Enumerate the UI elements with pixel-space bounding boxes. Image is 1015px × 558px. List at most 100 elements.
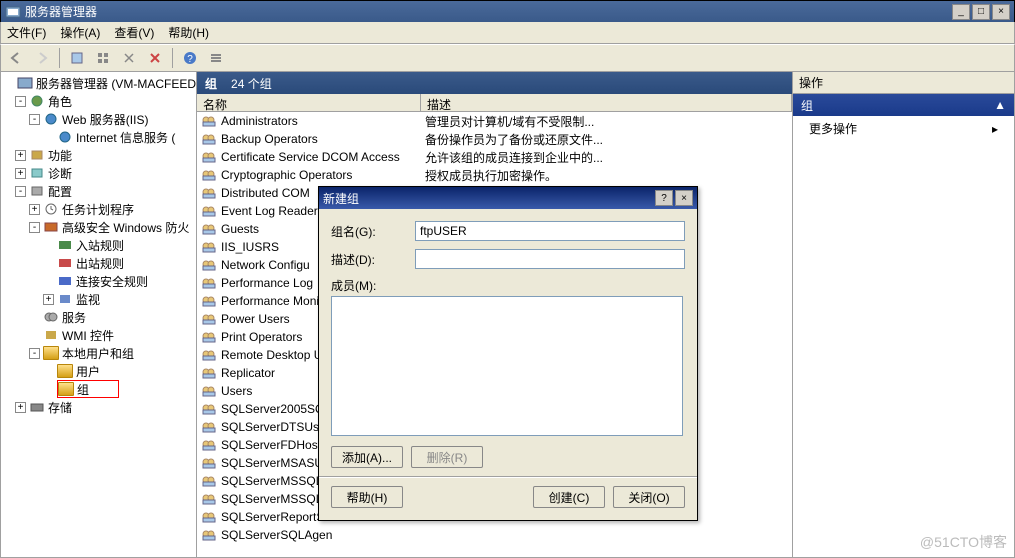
group-name: IIS_IUSRS xyxy=(221,240,279,254)
group-icon xyxy=(201,294,217,308)
tree-diag[interactable]: +诊断 xyxy=(1,164,196,182)
tree-outbound[interactable]: 出站规则 xyxy=(1,254,196,272)
tree-storage[interactable]: +存储 xyxy=(1,398,196,416)
tree-features[interactable]: +功能 xyxy=(1,146,196,164)
list-row[interactable]: Backup Operators备份操作员为了备份或还原文件... xyxy=(197,130,792,148)
menu-action[interactable]: 操作(A) xyxy=(60,24,100,41)
group-icon xyxy=(201,474,217,488)
submenu-arrow-icon: ▸ xyxy=(992,122,998,136)
group-name: Replicator xyxy=(221,366,275,380)
group-name: Administrators xyxy=(221,114,298,128)
tree-panel: 服务器管理器 (VM-MACFEEDBSJ) -角色 -Web 服务器(IIS)… xyxy=(1,72,197,557)
dialog-close-button[interactable]: × xyxy=(675,190,693,206)
members-list[interactable] xyxy=(331,296,683,436)
group-name-label: 组名(G): xyxy=(331,223,415,240)
tree-root[interactable]: 服务器管理器 (VM-MACFEEDBSJ) xyxy=(1,74,196,92)
group-icon xyxy=(201,348,217,362)
tree-task[interactable]: +任务计划程序 xyxy=(1,200,196,218)
actions-group[interactable]: 组 ▲ xyxy=(793,94,1014,116)
tree-monitor[interactable]: +监视 xyxy=(1,290,196,308)
group-name-input[interactable] xyxy=(415,221,685,241)
tree-iis[interactable]: Internet 信息服务 ( xyxy=(1,128,196,146)
list-row[interactable]: Certificate Service DCOM Access 允许该组的成员连接… xyxy=(197,148,792,166)
group-icon xyxy=(201,186,217,200)
help-button[interactable]: 帮助(H) xyxy=(331,486,403,508)
group-icon xyxy=(201,168,217,182)
close-btn[interactable]: 关闭(O) xyxy=(613,486,685,508)
group-desc: 允许该组的成员连接到企业中的... xyxy=(421,149,792,166)
list-row[interactable]: SQLServerSQLAgen xyxy=(197,526,792,544)
tree-services[interactable]: 服务 xyxy=(1,308,196,326)
list-row[interactable]: Cryptographic Operators 授权成员执行加密操作。 xyxy=(197,166,792,184)
menu-view[interactable]: 查看(V) xyxy=(114,24,154,41)
group-desc-input[interactable] xyxy=(415,249,685,269)
group-icon xyxy=(201,510,217,524)
group-icon xyxy=(201,492,217,506)
tree-users[interactable]: 用户 xyxy=(1,362,196,380)
menubar: 文件(F) 操作(A) 查看(V) 帮助(H) xyxy=(0,22,1015,44)
list-count: 24 个组 xyxy=(231,75,272,92)
group-icon xyxy=(201,420,217,434)
tree-wmi[interactable]: WMI 控件 xyxy=(1,326,196,344)
tree-config[interactable]: -配置 xyxy=(1,182,196,200)
group-name: SQLServerReportS xyxy=(221,510,324,524)
tb-list-button[interactable] xyxy=(205,47,227,69)
tree-groups[interactable]: 组 xyxy=(57,380,119,398)
nav-fwd-button[interactable] xyxy=(31,47,53,69)
menu-file[interactable]: 文件(F) xyxy=(7,24,46,41)
tb-del-button[interactable] xyxy=(144,47,166,69)
maximize-button[interactable]: □ xyxy=(972,4,990,20)
group-icon xyxy=(201,150,217,164)
group-name: SQLServer2005SQL xyxy=(221,402,331,416)
tree-roles[interactable]: -角色 xyxy=(1,92,196,110)
group-icon xyxy=(201,384,217,398)
close-button[interactable]: × xyxy=(992,4,1010,20)
watermark: @51CTO博客 xyxy=(920,532,1007,552)
app-icon xyxy=(5,4,21,20)
tree-web[interactable]: -Web 服务器(IIS) xyxy=(1,110,196,128)
group-name: SQLServerDTSUser xyxy=(221,420,330,434)
tb-grid-button[interactable] xyxy=(92,47,114,69)
tb-cut-button[interactable] xyxy=(118,47,140,69)
group-icon xyxy=(201,132,217,146)
col-name[interactable]: 名称 xyxy=(197,94,421,111)
group-name: SQLServerFDHostU xyxy=(221,438,330,452)
group-icon xyxy=(201,456,217,470)
group-desc-label: 描述(D): xyxy=(331,251,415,268)
tb-action-button[interactable] xyxy=(66,47,88,69)
group-name: Print Operators xyxy=(221,330,302,344)
create-button[interactable]: 创建(C) xyxy=(533,486,605,508)
tree-lug[interactable]: -本地用户和组 xyxy=(1,344,196,362)
new-group-dialog: 新建组 ? × 组名(G): 描述(D): 成员(M): 添加(A)... 删除… xyxy=(318,186,698,521)
list-title: 组 xyxy=(205,75,217,92)
tree-inbound[interactable]: 入站规则 xyxy=(1,236,196,254)
group-icon xyxy=(201,204,217,218)
group-name: Remote Desktop U xyxy=(221,348,322,362)
tree-firewall[interactable]: -高级安全 Windows 防火 xyxy=(1,218,196,236)
toolbar: ? xyxy=(0,44,1015,72)
col-desc[interactable]: 描述 xyxy=(421,94,792,111)
group-desc: 管理员对计算机/域有不受限制... xyxy=(421,113,792,130)
members-label: 成员(M): xyxy=(331,277,415,294)
group-name: Performance Moni xyxy=(221,294,319,308)
group-name: Power Users xyxy=(221,312,290,326)
nav-back-button[interactable] xyxy=(5,47,27,69)
group-name: Cryptographic Operators xyxy=(221,168,352,182)
list-header: 组 24 个组 xyxy=(197,72,792,94)
group-desc: 授权成员执行加密操作。 xyxy=(421,167,792,184)
group-icon xyxy=(201,258,217,272)
tree-connsec[interactable]: 连接安全规则 xyxy=(1,272,196,290)
add-button[interactable]: 添加(A)... xyxy=(331,446,403,468)
dialog-help-button[interactable]: ? xyxy=(655,190,673,206)
group-name: Certificate Service DCOM Access xyxy=(221,150,400,164)
window-titlebar: 服务器管理器 _ □ × xyxy=(0,0,1015,22)
list-row[interactable]: Administrators 管理员对计算机/域有不受限制... xyxy=(197,112,792,130)
group-icon xyxy=(201,402,217,416)
menu-help[interactable]: 帮助(H) xyxy=(168,24,209,41)
actions-more[interactable]: 更多操作 ▸ xyxy=(793,116,1014,141)
minimize-button[interactable]: _ xyxy=(952,4,970,20)
collapse-icon: ▲ xyxy=(994,98,1006,112)
group-icon xyxy=(201,276,217,290)
tb-help-button[interactable]: ? xyxy=(179,47,201,69)
group-name: Distributed COM xyxy=(221,186,310,200)
